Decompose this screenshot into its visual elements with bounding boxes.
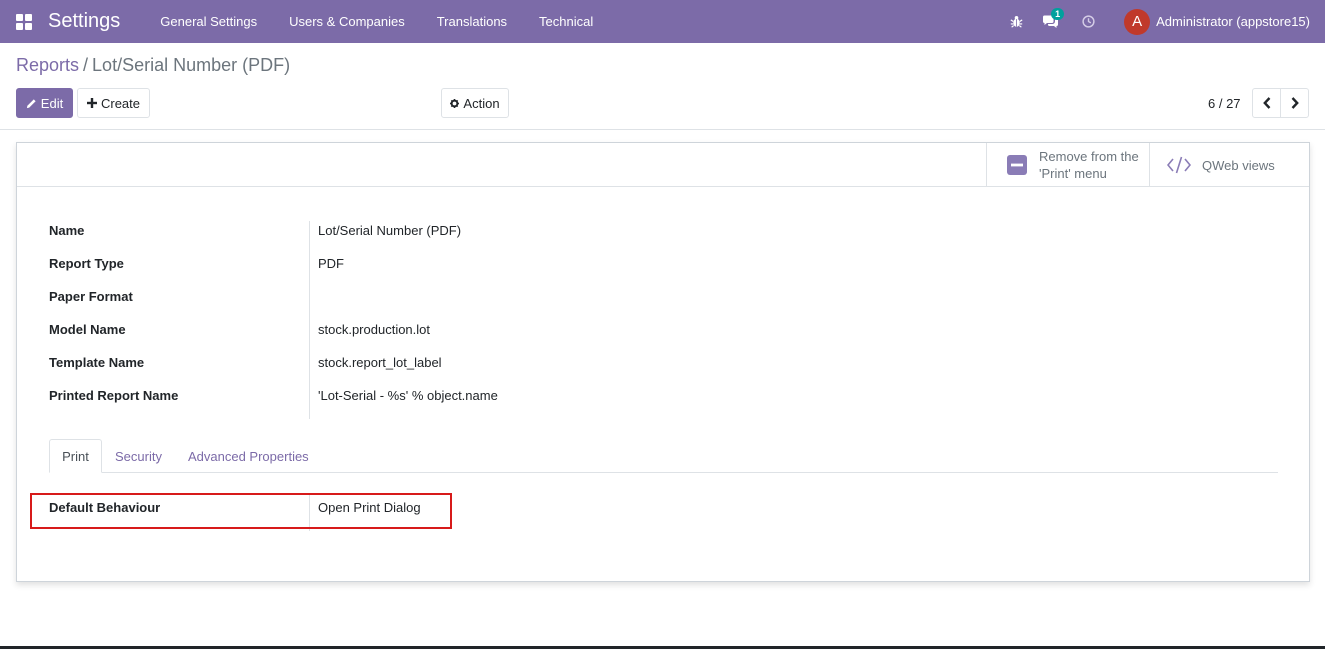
chevron-left-icon — [1262, 97, 1270, 109]
field-value-model-name: stock.production.lot — [318, 322, 431, 337]
systray: 1 A Administrator (appstore15) — [1002, 0, 1325, 43]
qweb-views-button[interactable]: QWeb views — [1149, 143, 1309, 187]
form-sheet: Remove from the 'Print' menu QWeb views … — [16, 142, 1310, 582]
minus-square-icon — [1007, 155, 1027, 175]
field-label-template-name: Template Name — [49, 355, 145, 370]
field-value-template-name: stock.report_lot_label — [318, 355, 442, 370]
field-value-printed-report-name: 'Lot-Serial - %s' % object.name — [318, 388, 498, 403]
highlight-annotation-box — [30, 493, 452, 529]
qweb-views-label: QWeb views — [1202, 157, 1275, 173]
create-label: Create — [100, 95, 141, 111]
pager-next-button[interactable] — [1280, 88, 1309, 118]
apps-icon[interactable] — [16, 13, 32, 30]
user-menu[interactable]: A Administrator (appstore15) — [1124, 8, 1310, 35]
field-label-model-name: Model Name — [49, 322, 126, 337]
tab-security[interactable]: Security — [115, 439, 162, 473]
tab-advanced-properties[interactable]: Advanced Properties — [188, 439, 309, 473]
pager-value[interactable]: 6 / 27 — [1208, 96, 1241, 111]
field-label-name: Name — [49, 223, 85, 238]
field-label-paper-format: Paper Format — [49, 289, 133, 304]
avatar: A — [1124, 8, 1151, 35]
field-value-report-type: PDF — [318, 256, 344, 271]
menu-general-settings[interactable]: General Settings — [144, 0, 273, 43]
field-value-name: Lot/Serial Number (PDF) — [318, 223, 462, 238]
notebook-tabs: Print Security Advanced Properties — [49, 439, 1278, 473]
field-label-report-type: Report Type — [49, 256, 124, 271]
chat-icon[interactable]: 1 — [1036, 0, 1065, 43]
menu-technical[interactable]: Technical — [523, 0, 609, 43]
remove-label-line2: 'Print' menu — [1039, 166, 1107, 181]
action-label: Action — [463, 95, 500, 111]
pencil-icon — [26, 98, 36, 108]
bug-icon[interactable] — [1002, 0, 1030, 43]
breadcrumb-reports-link[interactable]: Reports — [16, 55, 79, 76]
clock-icon[interactable] — [1074, 0, 1102, 43]
chat-badge: 1 — [1051, 8, 1065, 20]
app-title[interactable]: Settings — [48, 10, 120, 33]
breadcrumb-current: Lot/Serial Number (PDF) — [92, 55, 291, 75]
action-button[interactable]: Action — [441, 88, 509, 118]
create-button[interactable]: Create — [77, 88, 150, 118]
control-panel-divider — [0, 129, 1325, 130]
main-menu: General Settings Users & Companies Trans… — [144, 0, 609, 43]
pager-previous-button[interactable] — [1252, 88, 1281, 118]
top-navbar: Settings General Settings Users & Compan… — [0, 0, 1325, 43]
breadcrumb: Reports / Lot/Serial Number (PDF) — [16, 55, 290, 76]
remove-label-line1: Remove from the — [1039, 149, 1139, 164]
code-icon — [1167, 156, 1191, 174]
plus-icon — [86, 98, 97, 108]
gear-icon — [450, 98, 460, 108]
menu-users-companies[interactable]: Users & Companies — [273, 0, 421, 43]
user-name: Administrator (appstore15) — [1156, 14, 1310, 29]
button-box: Remove from the 'Print' menu QWeb views — [17, 143, 1309, 187]
edit-label: Edit — [40, 95, 64, 111]
remove-from-print-menu-button[interactable]: Remove from the 'Print' menu — [986, 143, 1149, 187]
breadcrumb-separator: / — [83, 55, 89, 75]
menu-translations[interactable]: Translations — [421, 0, 523, 43]
chevron-right-icon — [1291, 97, 1299, 109]
field-separator — [309, 221, 310, 419]
edit-button[interactable]: Edit — [16, 88, 73, 118]
field-label-printed-report-name: Printed Report Name — [49, 388, 179, 403]
tab-print[interactable]: Print — [49, 439, 102, 473]
